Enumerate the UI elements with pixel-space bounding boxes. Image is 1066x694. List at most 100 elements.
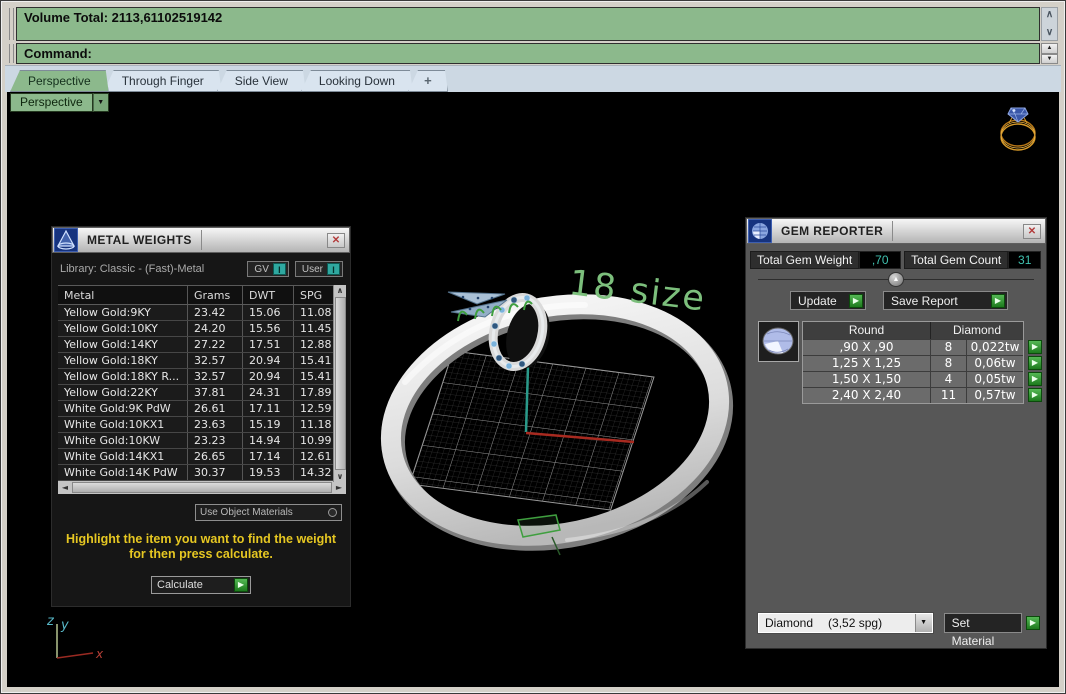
gem-table-row[interactable]: 2,40 X 2,40 11 0,57tw ▶	[803, 387, 1042, 403]
viewport-3d[interactable]: Perspective ▼ 18 size z y x METAL WEIGHT…	[7, 92, 1059, 687]
dwt-cell: 17.14	[243, 449, 294, 464]
use-object-materials-dropdown[interactable]: Use Object Materials	[195, 504, 342, 521]
tab-through-finger[interactable]: Through Finger	[104, 70, 222, 92]
dwt-cell: 17.11	[243, 401, 294, 416]
history-scrollbar[interactable]: ∧ ∨	[1041, 7, 1058, 41]
viewport-menu-dropdown[interactable]: ▼	[92, 93, 109, 112]
metal-table-row[interactable]: White Gold:9K PdW 26.61 17.11 12.59	[58, 401, 346, 417]
gem-row-action-button[interactable]: ▶	[1028, 372, 1042, 386]
gem-row-action-button[interactable]: ▶	[1028, 388, 1042, 402]
collapse-button[interactable]: ▲	[888, 272, 904, 287]
gem-preview-thumbnail[interactable]	[758, 321, 799, 362]
metal-table-row[interactable]: Yellow Gold:10KY 24.20 15.56 11.45	[58, 321, 346, 337]
axis-y-label: y	[60, 618, 69, 633]
scroll-up-icon[interactable]: ∧	[337, 285, 344, 296]
calculate-button[interactable]: Calculate ▶	[151, 576, 251, 594]
gem-table-row[interactable]: ,90 X ,90 8 0,022tw ▶	[803, 339, 1042, 355]
dwt-cell: 15.19	[243, 417, 294, 432]
column-header-round[interactable]: Round	[803, 322, 931, 339]
set-material-go-button[interactable]: ▶	[1026, 616, 1040, 630]
column-header-dwt[interactable]: DWT	[243, 286, 294, 304]
viewport-title-button[interactable]: Perspective ▼	[10, 93, 109, 112]
metal-table-row[interactable]: Yellow Gold:14KY 27.22 17.51 12.88	[58, 337, 346, 353]
tab-side-view[interactable]: Side View	[217, 70, 306, 92]
column-header-diamond[interactable]: Diamond	[931, 322, 1023, 339]
dwt-cell: 15.06	[243, 305, 294, 320]
metal-table-row[interactable]: Yellow Gold:18KY R... 32.57 20.94 15.41	[58, 369, 346, 385]
gem-reporter-close-button[interactable]: ✕	[1023, 223, 1041, 239]
play-icon: ▶	[234, 578, 248, 592]
gem-reporter-panel: GEM REPORTER ✕ Total Gem Weight ,70 Tota…	[745, 217, 1047, 649]
metal-table-row[interactable]: White Gold:14K PdW 30.37 19.53 14.32	[58, 465, 346, 481]
gem-table-row[interactable]: 1,25 X 1,25 8 0,06tw ▶	[803, 355, 1042, 371]
ring-logo-icon	[1000, 107, 1036, 151]
gem-table-row[interactable]: 1,50 X 1,50 4 0,05tw ▶	[803, 371, 1042, 387]
play-icon: ▶	[849, 293, 863, 308]
info-icon: I	[272, 263, 286, 275]
close-icon: ✕	[1027, 225, 1037, 237]
scroll-down-icon[interactable]: ∨	[337, 471, 344, 482]
scroll-down-icon[interactable]: ∨	[1046, 28, 1053, 38]
hscroll-thumb[interactable]	[72, 482, 332, 493]
set-material-button[interactable]: Set Material	[943, 613, 1022, 648]
scroll-up-icon[interactable]: ∧	[1046, 10, 1053, 20]
metal-table-row[interactable]: Yellow Gold:9KY 23.42 15.06 11.08	[58, 305, 346, 321]
update-button[interactable]: Update ▶	[790, 291, 866, 310]
round-gem-icon	[762, 327, 794, 355]
metal-name-cell: Yellow Gold:14KY	[58, 337, 188, 352]
column-header-grams[interactable]: Grams	[188, 286, 243, 304]
vscroll-thumb[interactable]	[334, 297, 346, 470]
metal-table-row[interactable]: Yellow Gold:18KY 32.57 20.94 15.41	[58, 353, 346, 369]
grams-cell: 23.63	[188, 417, 243, 432]
command-spinner: ▲ ▼	[1041, 43, 1058, 64]
spin-down-button[interactable]: ▼	[1041, 53, 1058, 64]
scroll-left-icon[interactable]: ◄	[58, 483, 72, 492]
gv-toggle-button[interactable]: GV I	[247, 261, 289, 277]
metal-weights-panel: METAL WEIGHTS ✕ Library: Classic - (Fast…	[51, 226, 351, 607]
metal-table-vscrollbar[interactable]: ∧ ∨	[333, 285, 346, 482]
gem-reporter-titlebar[interactable]: GEM REPORTER ✕	[746, 218, 1046, 244]
gem-row-action-button[interactable]: ▶	[1028, 340, 1042, 354]
column-header-metal[interactable]: Metal	[58, 286, 188, 304]
chevron-down-icon: ▼	[97, 99, 105, 106]
scroll-right-icon[interactable]: ►	[332, 483, 346, 492]
drag-grip[interactable]	[9, 8, 14, 40]
metal-name-cell: Yellow Gold:9KY	[58, 305, 188, 320]
gem-size-cell: 2,40 X 2,40	[803, 388, 931, 403]
tab-perspective[interactable]: Perspective	[10, 70, 109, 92]
calculate-hint-text: Highlight the item you want to find the …	[65, 532, 337, 561]
total-gem-count-value: 31	[1008, 251, 1042, 269]
metal-name-cell: Yellow Gold:18KY R...	[58, 369, 188, 384]
viewport-title[interactable]: Perspective	[10, 93, 93, 112]
gem-weight-cell: 0,022tw	[970, 340, 1020, 354]
metal-table-row[interactable]: White Gold:10KW 23.23 14.94 10.99	[58, 433, 346, 449]
panel-divider: ▲	[758, 272, 1034, 287]
chevron-down-icon[interactable]: ▼	[914, 614, 932, 632]
save-report-button[interactable]: Save Report ▶	[883, 291, 1008, 310]
add-tab-button[interactable]: +	[408, 70, 448, 92]
close-icon: ✕	[331, 234, 341, 246]
gem-size-cell: 1,50 X 1,50	[803, 372, 931, 387]
grams-cell: 27.22	[188, 337, 243, 352]
tab-looking-down[interactable]: Looking Down	[301, 70, 413, 92]
user-toggle-button[interactable]: User I	[294, 261, 343, 277]
command-input[interactable]: Command:	[16, 43, 1040, 64]
gem-row-action-button[interactable]: ▶	[1028, 356, 1042, 370]
material-spg: (3,52 spg)	[828, 616, 883, 630]
drag-grip[interactable]	[9, 44, 14, 63]
metal-table-row[interactable]: White Gold:14KX1 26.65 17.14 12.61	[58, 449, 346, 465]
viewport-tab-bar: Perspective Through Finger Side View Loo…	[5, 65, 1061, 92]
spin-up-button[interactable]: ▲	[1041, 43, 1058, 54]
metal-name-cell: White Gold:14K PdW	[58, 465, 188, 480]
gem-weight-cell: 0,05tw	[974, 372, 1016, 386]
metal-name-cell: White Gold:14KX1	[58, 449, 188, 464]
metal-weights-titlebar[interactable]: METAL WEIGHTS ✕	[52, 227, 350, 253]
material-select[interactable]: Diamond (3,52 spg) ▼	[757, 612, 934, 634]
metal-weights-close-button[interactable]: ✕	[327, 232, 345, 248]
dwt-cell: 20.94	[243, 353, 294, 368]
metal-table-hscrollbar[interactable]: ◄ ►	[58, 481, 346, 494]
metal-table-row[interactable]: White Gold:10KX1 23.63 15.19 11.18	[58, 417, 346, 433]
titlebar-divider	[200, 230, 202, 250]
metal-table-row[interactable]: Yellow Gold:22KY 37.81 24.31 17.89	[58, 385, 346, 401]
gem-weight-cell: 0,57tw	[974, 388, 1016, 402]
